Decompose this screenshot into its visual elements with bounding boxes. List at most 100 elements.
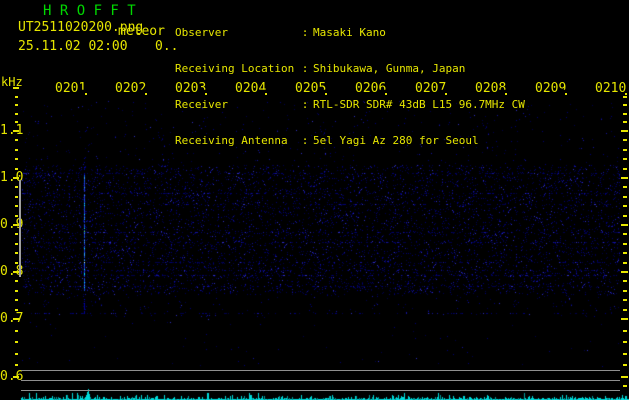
tick-mark (623, 104, 627, 106)
tick-mark (623, 280, 627, 282)
freq-tick-label: 1.1 (0, 123, 24, 138)
tick-mark (623, 158, 627, 160)
tick-mark (15, 330, 18, 332)
tick-mark (623, 233, 627, 235)
tick-mark (621, 177, 628, 179)
tick-mark (15, 186, 18, 188)
tick-mark (623, 299, 627, 301)
freq-tick-label: 0.7 (0, 311, 24, 326)
info-row-observer: Observer: Masaki Kano (175, 27, 525, 39)
tick-mark (623, 330, 627, 332)
tick-mark (13, 87, 19, 89)
tick-mark (623, 364, 627, 366)
tick-mark (15, 364, 18, 366)
info-separator: : (301, 134, 309, 147)
time-tick-label: 0205 (295, 81, 327, 96)
tick-mark (15, 158, 18, 160)
tick-mark (623, 252, 627, 254)
info-row-receiver: Receiver: RTL-SDR SDR# 43dB L15 96.7MHz C… (175, 99, 525, 111)
tick-mark (15, 96, 18, 98)
tick-mark (623, 309, 627, 311)
tick-mark (623, 215, 627, 217)
tick-mark (623, 290, 627, 292)
tick-mark (623, 149, 627, 151)
tick-mark (13, 130, 19, 132)
tick-mark (565, 93, 567, 95)
time-tick-label: 0204 (235, 81, 267, 96)
tick-mark (15, 215, 18, 217)
tick-mark (621, 318, 628, 320)
info-value: Shibukawa, Gunma, Japan (313, 62, 466, 75)
tick-mark (15, 149, 18, 151)
station-info: Observer: Masaki Kano Receiving Location:… (175, 3, 525, 171)
tick-mark (13, 376, 19, 378)
info-label: Receiver (175, 98, 228, 111)
hrofft-screen: H R O F F T UT2511020200.png meteor 25.1… (0, 0, 629, 400)
info-value: Masaki Kano (313, 26, 386, 39)
info-row-antenna: Receiving Antenna:5el Yagi Az 280 for Se… (175, 135, 525, 147)
tick-mark (625, 93, 627, 95)
tick-mark (15, 196, 18, 198)
observation-name: meteor (118, 24, 165, 39)
tick-mark (623, 341, 627, 343)
tick-mark (15, 299, 18, 301)
tick-mark (623, 168, 627, 170)
observation-datetime: 25.11.02 02:00 (18, 39, 128, 54)
tick-mark (15, 262, 18, 264)
tick-mark (623, 205, 627, 207)
tick-mark (265, 93, 267, 95)
tick-mark (15, 290, 18, 292)
info-separator: : (301, 98, 309, 111)
tick-mark (623, 186, 627, 188)
tick-mark (15, 341, 18, 343)
tick-mark (623, 385, 627, 387)
tick-mark (623, 243, 627, 245)
tick-mark (13, 177, 19, 179)
detection-band-marker (19, 180, 21, 277)
tick-mark (445, 93, 447, 95)
tick-mark (621, 224, 628, 226)
tick-mark (621, 271, 628, 273)
time-tick-label: 0210 (595, 81, 627, 96)
tick-mark (85, 93, 87, 95)
time-tick-label: 0202 (115, 81, 147, 96)
info-label: Receiving Location (175, 62, 295, 75)
info-value: RTL-SDR SDR# 43dB L15 96.7MHz CW (313, 98, 525, 111)
tick-mark (15, 139, 18, 141)
app-title: H R O F F T (43, 3, 136, 19)
tick-mark (623, 113, 627, 115)
tick-mark (15, 104, 18, 106)
time-tick-label: 0206 (355, 81, 387, 96)
info-label: Receiving Antenna (175, 134, 288, 147)
tick-mark (15, 113, 18, 115)
tick-mark (623, 353, 627, 355)
time-tick-label: 0203 (175, 81, 207, 96)
info-separator: : (301, 62, 309, 75)
tick-mark (15, 205, 18, 207)
time-tick-label: 0208 (475, 81, 507, 96)
tick-mark (623, 96, 627, 98)
tick-mark (623, 121, 627, 123)
tick-mark (15, 121, 18, 123)
time-tick-label: 0207 (415, 81, 447, 96)
time-tick-label: 0209 (535, 81, 567, 96)
tick-mark (623, 139, 627, 141)
tick-mark (15, 280, 18, 282)
tick-mark (15, 309, 18, 311)
tick-mark (623, 196, 627, 198)
tick-mark (623, 262, 627, 264)
freq-axis-unit: kHz (1, 75, 23, 89)
level-panel-line-top (21, 370, 620, 371)
tick-mark (15, 353, 18, 355)
level-panel-line-mid (21, 380, 620, 381)
level-panel-line-bottom (21, 390, 620, 391)
freq-tick-label: 0.6 (0, 369, 24, 384)
tick-mark (15, 252, 18, 254)
tick-mark (385, 93, 387, 95)
info-separator: : (301, 26, 309, 39)
tick-mark (15, 168, 18, 170)
info-row-location: Receiving Location: Shibukawa, Gunma, Jap… (175, 63, 525, 75)
tick-mark (15, 243, 18, 245)
tick-mark (145, 93, 147, 95)
tick-mark (13, 318, 19, 320)
